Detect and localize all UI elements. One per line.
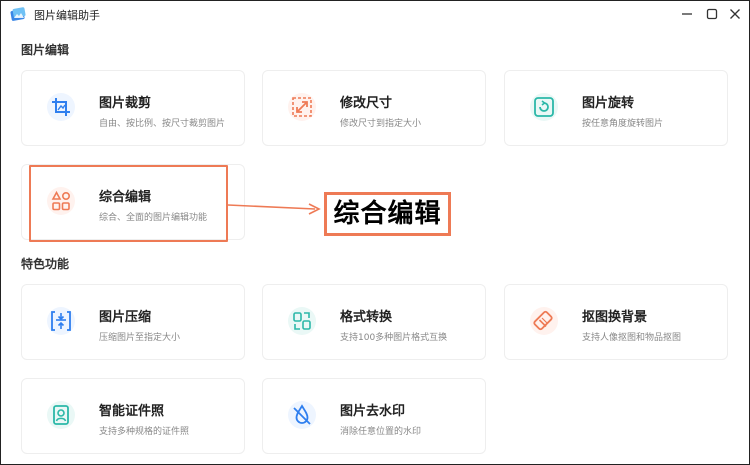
card-title: 图片旋转 — [582, 96, 635, 111]
card-title: 修改尺寸 — [340, 96, 393, 111]
card-title: 图片裁剪 — [99, 96, 152, 111]
convert-icon — [288, 307, 316, 335]
section-title-features: 特色功能 — [21, 257, 70, 271]
card-desc: 支持100多种图片格式互换 — [340, 333, 448, 343]
card-resize[interactable]: 修改尺寸 修改尺寸到指定大小 — [262, 70, 486, 146]
card-title: 智能证件照 — [99, 404, 165, 419]
card-desc: 自由、按比例、按尺寸裁剪图片 — [99, 119, 226, 129]
card-remove-watermark[interactable]: 图片去水印 消除任意位置的水印 — [262, 378, 486, 454]
app-window: 图片编辑助手 图片编辑 图片裁剪 自由、按比例、按尺寸裁剪图片 修改尺寸 修改尺… — [0, 0, 750, 465]
card-title: 抠图换背景 — [582, 310, 648, 325]
card-title: 图片去水印 — [340, 404, 406, 419]
window-title: 图片编辑助手 — [34, 9, 100, 22]
card-desc: 压缩图片至指定大小 — [99, 333, 181, 343]
app-logo-icon — [10, 7, 26, 21]
card-crop[interactable]: 图片裁剪 自由、按比例、按尺寸裁剪图片 — [21, 70, 245, 146]
card-cutout-background[interactable]: 抠图换背景 支持人像抠图和物品抠图 — [504, 284, 728, 360]
annotation-arrow — [227, 203, 321, 215]
rotate-icon — [530, 93, 558, 121]
card-desc: 消除任意位置的水印 — [340, 427, 422, 437]
card-title: 图片压缩 — [99, 310, 152, 325]
close-button[interactable] — [724, 4, 746, 24]
no-water-drop-icon — [288, 401, 316, 429]
resize-icon — [288, 93, 316, 121]
maximize-icon — [706, 8, 718, 20]
card-rotate[interactable]: 图片旋转 按任意角度旋转图片 — [504, 70, 728, 146]
annotation-highlight-box — [29, 165, 228, 242]
minimize-icon — [682, 13, 692, 15]
maximize-button[interactable] — [701, 4, 723, 24]
card-desc: 支持多种规格的证件照 — [99, 427, 190, 437]
title-bar: 图片编辑助手 — [1, 1, 749, 27]
crop-icon — [47, 93, 75, 121]
card-desc: 修改尺寸到指定大小 — [340, 119, 422, 129]
compress-icon — [47, 307, 75, 335]
card-compress[interactable]: 图片压缩 压缩图片至指定大小 — [21, 284, 245, 360]
section-title-editing: 图片编辑 — [21, 43, 70, 57]
annotation-label: 综合编辑 — [324, 192, 451, 236]
close-icon — [730, 9, 740, 19]
card-desc: 支持人像抠图和物品抠图 — [582, 333, 682, 343]
card-id-photo[interactable]: 智能证件照 支持多种规格的证件照 — [21, 378, 245, 454]
card-desc: 按任意角度旋转图片 — [582, 119, 664, 129]
eraser-icon — [530, 307, 558, 335]
portrait-icon — [47, 401, 75, 429]
card-title: 格式转换 — [340, 310, 393, 325]
card-format-convert[interactable]: 格式转换 支持100多种图片格式互换 — [262, 284, 486, 360]
minimize-button[interactable] — [676, 4, 698, 24]
